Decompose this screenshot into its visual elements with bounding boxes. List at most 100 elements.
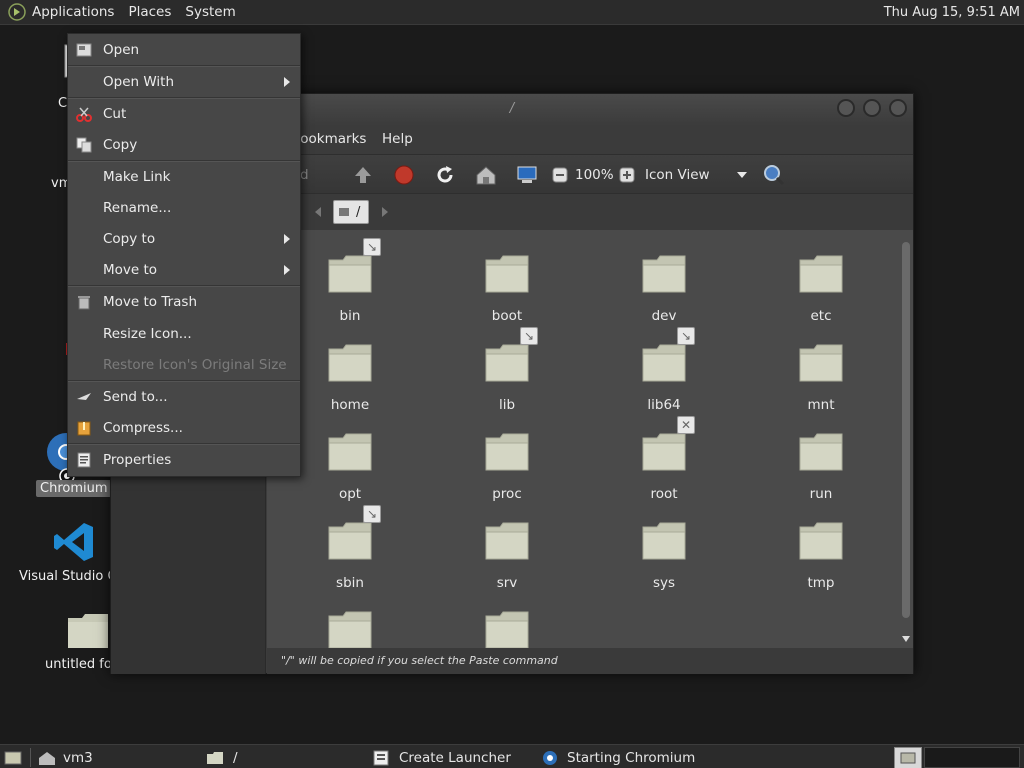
applications-label: Applications xyxy=(32,3,115,20)
folder-icon xyxy=(485,255,529,293)
up-button[interactable] xyxy=(351,163,375,187)
context-menu-item-cut[interactable]: Cut xyxy=(68,99,300,129)
properties-icon xyxy=(77,452,91,468)
folder-icon xyxy=(328,611,372,649)
desktop-icon-label: Visual Studio Co xyxy=(19,569,125,584)
folder-label: sbin xyxy=(336,575,364,591)
folder-icon xyxy=(799,344,843,382)
context-menu-label: Cut xyxy=(103,106,127,122)
context-menu-item-rename[interactable]: Rename... xyxy=(68,193,300,223)
context-menu-item-copy[interactable]: Copy xyxy=(68,130,300,160)
back-button-label[interactable]: d xyxy=(300,167,309,183)
folder-label: bin xyxy=(339,308,361,324)
minimize-button[interactable] xyxy=(837,99,855,117)
context-menu-label: Compress... xyxy=(103,420,183,436)
show-desktop-icon xyxy=(4,751,22,765)
task-label: Starting Chromium xyxy=(567,750,696,766)
search-button[interactable] xyxy=(762,163,786,187)
folder-icon xyxy=(485,522,529,560)
context-menu-item-compress[interactable]: Compress... xyxy=(68,413,300,443)
context-menu-label: Copy xyxy=(103,137,138,153)
desktop-icon-label: untitled fol xyxy=(45,657,116,672)
menu-help[interactable]: Help xyxy=(382,131,413,147)
workspace-switcher[interactable] xyxy=(894,747,922,768)
menu-separator xyxy=(68,285,300,287)
folder-icon xyxy=(328,255,372,293)
submenu-arrow-icon xyxy=(284,234,290,244)
status-bar: "/" will be copied if you select the Pas… xyxy=(267,648,913,674)
system-menu[interactable]: System xyxy=(178,0,242,25)
scrollbar-thumb[interactable] xyxy=(902,242,910,618)
context-menu-item-properties[interactable]: Properties xyxy=(68,445,300,475)
context-menu-item-open-with[interactable]: Open With xyxy=(68,67,300,97)
zoom-out-button[interactable] xyxy=(548,163,572,187)
context-menu-item-move-to[interactable]: Move to xyxy=(68,255,300,285)
chromium-icon xyxy=(543,751,557,765)
reload-button[interactable] xyxy=(433,163,457,187)
computer-button[interactable] xyxy=(515,163,539,187)
symlink-badge-icon: ↘ xyxy=(363,238,381,256)
applications-menu[interactable]: Applications xyxy=(0,0,121,25)
submenu-arrow-icon xyxy=(284,265,290,275)
folder-label: lib xyxy=(498,397,516,413)
context-menu-item-open[interactable]: Open xyxy=(68,35,300,65)
task-vm3[interactable]: vm3 xyxy=(38,747,198,768)
location-left-arrow-icon[interactable] xyxy=(314,207,322,217)
stop-icon xyxy=(394,165,414,185)
task-starting-chromium[interactable]: Starting Chromium xyxy=(542,747,712,768)
clock[interactable]: Thu Aug 15, 9:51 AM xyxy=(884,0,1020,25)
chevron-down-icon xyxy=(737,172,747,178)
send-icon xyxy=(77,393,91,400)
context-menu-item-send-to[interactable]: Send to... xyxy=(68,382,300,412)
workspace-window-icon xyxy=(900,752,916,764)
context-menu-item-copy-to[interactable]: Copy to xyxy=(68,224,300,254)
home-button[interactable] xyxy=(474,163,498,187)
context-menu-item-move-to-trash[interactable]: Move to Trash xyxy=(68,287,300,317)
folder-icon xyxy=(207,752,223,764)
zoom-in-button[interactable] xyxy=(615,163,639,187)
menu-separator xyxy=(68,380,300,382)
folder-icon xyxy=(642,255,686,293)
context-menu-item-resize-icon[interactable]: Resize Icon... xyxy=(68,319,300,349)
folder-icon xyxy=(68,614,108,648)
menu-bookmarks[interactable]: Bookmarks xyxy=(291,131,366,147)
folder-label: sys xyxy=(652,575,676,591)
task-root-folder[interactable]: / xyxy=(206,747,366,768)
context-menu-label: Send to... xyxy=(103,389,168,405)
context-menu-label: Rename... xyxy=(103,200,172,216)
close-button[interactable] xyxy=(889,99,907,117)
scroll-down-arrow-icon[interactable] xyxy=(902,636,910,642)
vertical-scrollbar[interactable] xyxy=(901,236,911,642)
context-menu-label: Resize Icon... xyxy=(103,326,192,342)
context-menu-item-make-link[interactable]: Make Link xyxy=(68,162,300,192)
folder-icon xyxy=(485,611,529,649)
menu-separator xyxy=(68,97,300,99)
task-create-launcher[interactable]: Create Launcher xyxy=(372,747,532,768)
scissors-icon xyxy=(76,107,92,122)
show-desktop-button[interactable] xyxy=(4,747,22,768)
view-mode-select[interactable]: Icon View xyxy=(641,163,751,187)
folder-icon xyxy=(328,344,372,382)
stop-button[interactable] xyxy=(392,163,416,187)
folder-icon xyxy=(642,433,686,471)
desktop-icon-vscode[interactable]: Visual Studio Co xyxy=(14,520,125,590)
folder-label: run xyxy=(809,486,833,502)
view-mode-label: Icon View xyxy=(645,167,710,183)
symlink-badge-icon: ↘ xyxy=(677,327,695,345)
folder-label: etc xyxy=(810,308,832,324)
zoom-out-icon xyxy=(552,167,568,183)
places-menu[interactable]: Places xyxy=(121,0,178,25)
folder-icon xyxy=(799,255,843,293)
task-label: / xyxy=(233,750,238,766)
desktop-icon-label: C xyxy=(58,96,68,111)
panel-separator xyxy=(30,748,31,767)
launcher-icon xyxy=(373,750,389,766)
top-panel: Applications Places System Thu Aug 15, 9… xyxy=(0,0,1024,25)
maximize-button[interactable] xyxy=(863,99,881,117)
zoom-in-icon xyxy=(619,167,635,183)
trash-icon xyxy=(78,296,90,310)
location-path-button[interactable]: / xyxy=(333,200,369,224)
symlink-badge-icon: ↘ xyxy=(363,505,381,523)
location-right-arrow-icon[interactable] xyxy=(381,207,389,217)
workspace-2[interactable] xyxy=(924,747,1020,768)
